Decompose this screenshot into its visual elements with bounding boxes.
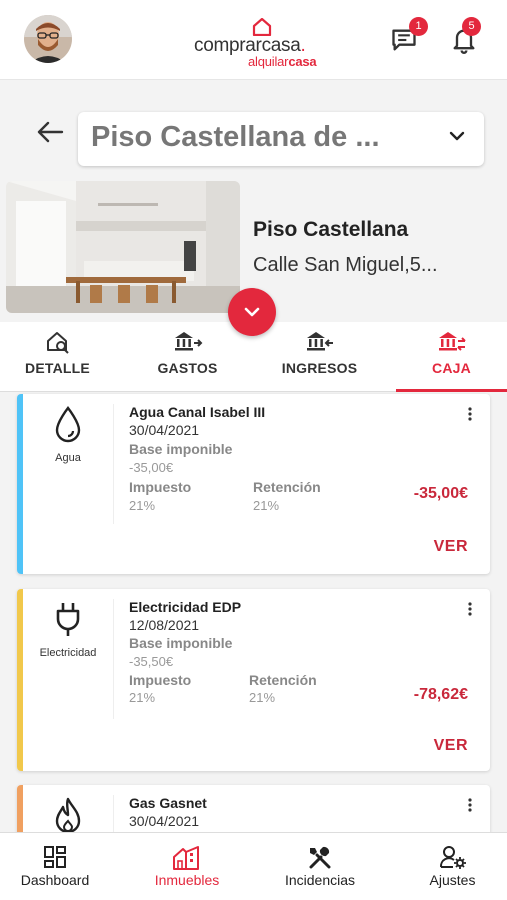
transaction-date: 30/04/2021 [129,813,200,829]
category-label: Electricidad [39,647,97,659]
divider [113,599,114,719]
tab-ingresos[interactable]: INGRESOS [262,322,377,392]
base-label: Base imponible [129,635,233,651]
water-drop-icon [55,406,81,443]
active-tab-indicator [396,389,507,392]
house-logo-icon [252,18,272,36]
nav-incidencias[interactable]: Incidencias [264,833,376,900]
transaction-title: Agua Canal Isabel III [129,404,266,420]
tab-label: GASTOS [157,360,218,376]
arrow-left-icon [37,121,64,143]
notifications-badge: 5 [462,17,481,36]
retention-value: 21% [253,498,280,513]
nav-label: Inmuebles [154,872,220,888]
tab-label: DETALLE [25,360,90,376]
buildings-icon [173,846,199,870]
tax-label: Impuesto [129,672,192,688]
tab-label: INGRESOS [281,360,358,376]
bank-in-icon [306,332,333,351]
base-label: Base imponible [129,441,233,457]
nav-label: Ajustes [429,872,476,888]
tax-value: 21% [129,498,156,513]
nav-label: Dashboard [20,872,90,888]
notifications-button[interactable]: 5 [450,17,481,56]
base-value: -35,50€ [129,654,174,669]
tools-icon [309,846,331,869]
more-options-icon[interactable] [466,797,474,813]
transaction-title: Electricidad EDP [129,599,242,615]
messages-badge: 1 [409,17,428,36]
property-selector-value: Piso Castellana de ... [91,121,380,153]
nav-label: Incidencias [284,872,356,888]
more-options-icon[interactable] [466,601,474,617]
transaction-title: Gas Gasnet [129,795,207,811]
logo-secondary: alquilarcasa [248,54,317,69]
base-value: -35,00€ [129,460,174,475]
category: Electricidad [23,589,113,729]
nav-dashboard[interactable]: Dashboard [0,833,110,900]
retention-value: 21% [249,690,276,705]
property-name: Piso Castellana [253,218,409,241]
transaction-card[interactable]: Electricidad Electricidad EDP 12/08/2021… [17,589,490,771]
home-search-icon [46,332,69,354]
bank-swap-icon [438,332,466,351]
divider [113,404,114,524]
nav-ajustes[interactable]: Ajustes [398,833,507,900]
category: Agua [23,394,113,534]
property-photo[interactable] [6,181,240,313]
bank-out-icon [174,332,202,351]
transaction-date: 30/04/2021 [129,422,200,438]
bottom-navigation: Dashboard Inmuebles Incidencias Ajustes [0,832,507,900]
more-options-icon[interactable] [466,406,474,422]
back-button[interactable] [36,120,64,144]
tax-value: 21% [129,690,156,705]
tab-label: CAJA [432,360,471,376]
view-button[interactable]: VER [434,538,468,556]
user-avatar[interactable] [24,15,72,63]
nav-inmuebles[interactable]: Inmuebles [132,833,242,900]
retention-label: Retención [249,672,317,688]
transaction-amount: -35,00€ [413,485,468,502]
transaction-card[interactable]: Agua Agua Canal Isabel III 30/04/2021 Ba… [17,394,490,574]
property-address: Calle San Miguel,5... [253,254,438,276]
transaction-date: 12/08/2021 [129,617,200,633]
property-selector[interactable]: Piso Castellana de ... [78,112,484,166]
plug-icon [56,603,80,636]
chevron-down-icon [244,307,260,317]
dashboard-icon [44,846,66,868]
flame-icon [55,797,81,834]
transaction-amount: -78,62€ [413,686,468,703]
chevron-down-icon [449,131,465,141]
messages-button[interactable]: 1 [390,17,428,56]
tab-detalle[interactable]: DETALLE [0,322,115,392]
brand-logo: comprarcasa. alquilarcasa [192,18,334,69]
tax-label: Impuesto [129,479,192,495]
expand-button[interactable] [228,288,276,336]
tab-caja[interactable]: CAJA [396,322,507,392]
app-header: comprarcasa. alquilarcasa 1 5 [0,0,507,80]
retention-label: Retención [253,479,321,495]
user-settings-icon [439,846,466,869]
category-label: Agua [55,452,81,464]
view-button[interactable]: VER [434,737,468,755]
